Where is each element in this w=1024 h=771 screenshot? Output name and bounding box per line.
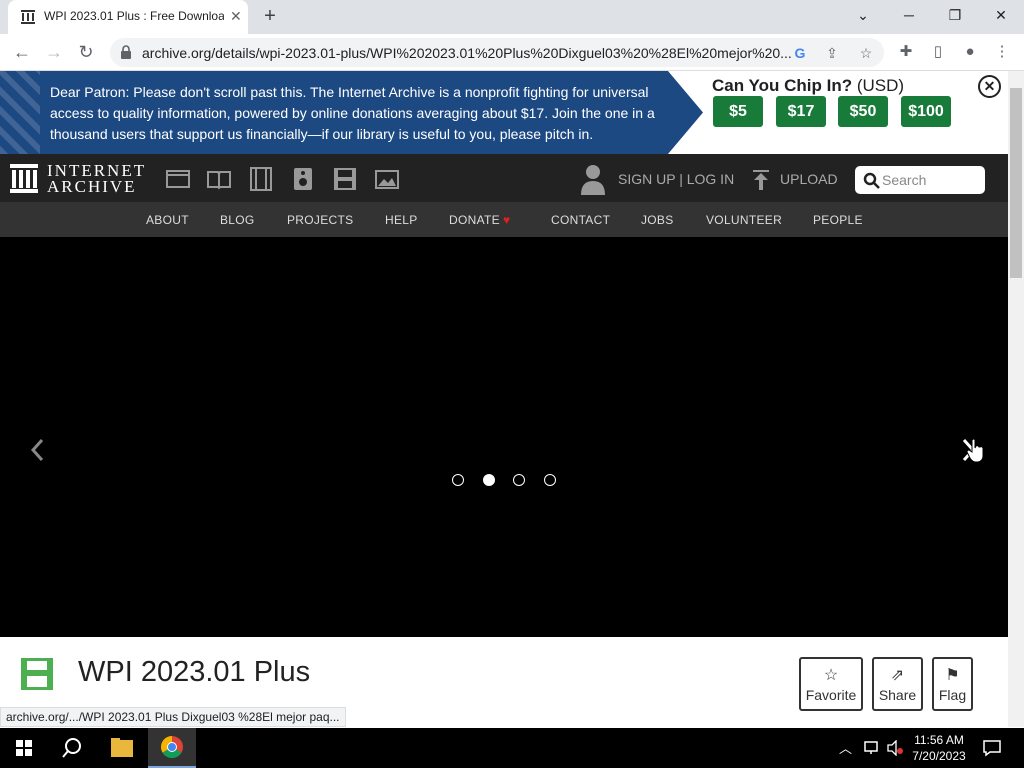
nav-about[interactable]: ABOUT: [146, 213, 189, 227]
upload-link[interactable]: UPLOAD: [780, 171, 838, 187]
share-label: Share: [878, 687, 917, 703]
restore-button[interactable]: ❐: [932, 0, 978, 30]
software-icon[interactable]: [332, 167, 358, 191]
banner-stripes: [0, 71, 40, 154]
lock-icon: [121, 45, 131, 59]
google-lens-icon[interactable]: G: [790, 43, 810, 63]
clock-time: 11:56 AM: [914, 733, 964, 747]
carousel-dot-2[interactable]: [483, 474, 495, 486]
search-placeholder: Search: [882, 172, 927, 188]
nav-donate[interactable]: DONATE: [449, 213, 500, 227]
network-icon[interactable]: [862, 740, 880, 756]
ia-logo[interactable]: INTERNET ARCHIVE: [10, 162, 146, 196]
item-title: WPI 2023.01 Plus: [78, 656, 311, 688]
minimize-button[interactable]: ─: [886, 0, 932, 30]
address-bar[interactable]: archive.org/details/wpi-2023.01-plus/WPI…: [110, 38, 884, 67]
share-icon: ⇗: [890, 667, 905, 684]
nav-people[interactable]: PEOPLE: [813, 213, 863, 227]
forward-icon[interactable]: →: [42, 40, 66, 64]
tab-strip: WPI 2023.01 Plus : Free Downloa ✕ + ⌄ ─ …: [0, 0, 1024, 34]
tab-title: WPI 2023.01 Plus : Free Downloa: [44, 9, 224, 23]
share-page-icon[interactable]: ⇪: [822, 43, 842, 63]
browser-tab[interactable]: WPI 2023.01 Plus : Free Downloa ✕: [8, 0, 248, 34]
new-tab-button[interactable]: +: [258, 4, 282, 28]
menu-icon[interactable]: ⋮: [992, 42, 1012, 62]
show-hidden-icons[interactable]: ︿: [839, 738, 852, 757]
carousel-dot-3[interactable]: [513, 474, 525, 486]
sub-navigation: ABOUT BLOG PROJECTS HELP DONATE ♥ CONTAC…: [0, 202, 1008, 237]
windows-start-icon[interactable]: [0, 728, 48, 768]
banner-message: Dear Patron: Please don't scroll past th…: [50, 84, 655, 142]
logo-line-2: ARCHIVE: [47, 177, 137, 196]
nav-volunteer[interactable]: VOLUNTEER: [706, 213, 782, 227]
web-icon[interactable]: [165, 167, 191, 191]
texts-icon[interactable]: [206, 167, 232, 191]
carousel-dot-4[interactable]: [544, 474, 556, 486]
url-text: archive.org/details/wpi-2023.01-plus/WPI…: [142, 45, 792, 61]
user-icon[interactable]: [580, 163, 606, 195]
tab-search-icon[interactable]: ⌄: [840, 0, 886, 30]
volume-muted-icon[interactable]: [886, 740, 904, 756]
carousel-prev-icon[interactable]: [28, 438, 48, 462]
close-tab-icon[interactable]: ✕: [230, 8, 242, 25]
video-icon[interactable]: [248, 167, 274, 191]
side-panel-icon[interactable]: ▯: [928, 42, 948, 62]
bookmark-star-icon[interactable]: ☆: [856, 43, 876, 63]
windows-taskbar: ︿ 11:56 AM 7/20/2023: [0, 728, 1024, 768]
chip-in-text: Can You Chip In?: [712, 76, 853, 95]
close-window-button[interactable]: ✕: [978, 0, 1024, 30]
audio-icon[interactable]: [290, 167, 316, 191]
search-taskbar-icon[interactable]: [48, 728, 96, 768]
profile-icon[interactable]: ●: [960, 42, 980, 62]
search-input[interactable]: Search: [855, 166, 985, 194]
donate-100-button[interactable]: $100: [901, 96, 951, 127]
signup-login-link[interactable]: SIGN UP | LOG IN: [618, 171, 734, 187]
link-status-bar: archive.org/.../WPI 2023.01 Plus Dixguel…: [0, 707, 346, 727]
extensions-icon[interactable]: ✚: [896, 42, 916, 62]
taskbar-clock[interactable]: 11:56 AM 7/20/2023: [908, 732, 970, 764]
nav-jobs[interactable]: JOBS: [641, 213, 674, 227]
chip-in-heading: Can You Chip In? (USD): [712, 76, 904, 96]
media-carousel: [0, 237, 1008, 637]
site-header: INTERNET ARCHIVE SIGN UP | LOG IN UPLOAD…: [0, 154, 1008, 202]
nav-contact[interactable]: CONTACT: [551, 213, 610, 227]
archive-favicon-icon: [21, 10, 35, 24]
nav-blog[interactable]: BLOG: [220, 213, 255, 227]
favorite-button[interactable]: ☆ Favorite: [799, 657, 863, 711]
logo-text: INTERNET ARCHIVE: [47, 162, 146, 196]
scrollbar-thumb[interactable]: [1010, 88, 1022, 278]
hand-cursor-icon: [966, 438, 984, 463]
donate-50-button[interactable]: $50: [838, 96, 888, 127]
flag-label: Flag: [938, 687, 967, 703]
software-item-icon: [21, 658, 53, 690]
back-icon[interactable]: ←: [10, 40, 34, 64]
close-banner-icon[interactable]: ✕: [978, 75, 1001, 98]
donate-5-button[interactable]: $5: [713, 96, 763, 127]
nav-help[interactable]: HELP: [385, 213, 418, 227]
heart-icon: ♥: [503, 213, 511, 227]
reload-icon[interactable]: ↻: [74, 40, 98, 64]
images-icon[interactable]: [374, 167, 400, 191]
flag-icon: ⚑: [945, 667, 960, 684]
file-explorer-icon[interactable]: [98, 728, 146, 768]
browser-toolbar: ← → ↻ archive.org/details/wpi-2023.01-pl…: [0, 34, 1024, 71]
donate-17-button[interactable]: $17: [776, 96, 826, 127]
notifications-icon[interactable]: [982, 739, 1002, 757]
archive-building-icon: [10, 164, 38, 193]
star-icon: ☆: [823, 667, 839, 684]
share-button[interactable]: ⇗ Share: [872, 657, 923, 711]
search-icon: [863, 172, 880, 189]
favorite-label: Favorite: [805, 687, 857, 703]
chrome-icon: [161, 736, 183, 758]
flag-button[interactable]: ⚑ Flag: [932, 657, 973, 711]
carousel-dot-1[interactable]: [452, 474, 464, 486]
clock-date: 7/20/2023: [912, 749, 966, 763]
chrome-taskbar-button[interactable]: [148, 728, 196, 768]
upload-icon[interactable]: [751, 169, 771, 191]
currency-label: (USD): [856, 76, 905, 95]
nav-projects[interactable]: PROJECTS: [287, 213, 353, 227]
